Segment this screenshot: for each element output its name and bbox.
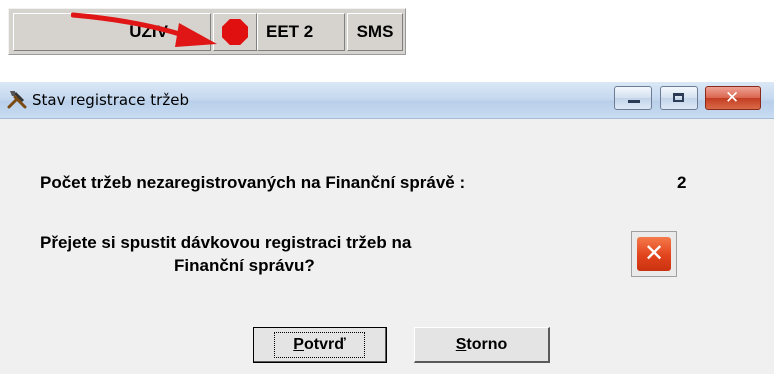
minimize-button[interactable] (614, 86, 652, 110)
sms-label: SMS (356, 22, 394, 41)
window-title: Stav registrace tržeb (32, 91, 189, 109)
confirm-button[interactable]: Potvrď (253, 327, 387, 363)
cancel-button-label: Storno (455, 335, 508, 353)
cancel-button[interactable]: Storno (414, 327, 550, 363)
unregistered-count-label: Počet tržeb nezaregistrovaných na Finanč… (40, 173, 466, 192)
question-line-1: Přejete si spustit dávkovou registraci t… (40, 233, 412, 252)
dialog-window: Stav registrace tržeb ✕ Počet tržeb neza… (0, 82, 774, 374)
title-bar[interactable]: Stav registrace tržeb ✕ (0, 82, 774, 119)
status-cell-eet[interactable]: EET 2 (257, 13, 345, 51)
pointer-arrow-icon (71, 12, 217, 47)
minimize-icon (628, 100, 640, 103)
tools-hammer-icon (7, 91, 27, 109)
status-cell-sms[interactable]: SMS (347, 13, 403, 51)
close-icon: ✕ (725, 88, 740, 108)
status-error-button[interactable]: ✕ (631, 231, 677, 277)
registration-question: Přejete si spustit dávkovou registraci t… (40, 231, 560, 277)
maximize-button[interactable] (660, 86, 698, 110)
maximize-icon (673, 93, 684, 102)
error-x-icon: ✕ (637, 237, 671, 271)
eet-label: EET 2 (266, 22, 314, 41)
question-line-2: Finanční správu? (174, 256, 315, 275)
status-bar: UZIV EET 2 SMS (8, 8, 406, 55)
close-button[interactable]: ✕ (705, 86, 761, 110)
unregistered-count-value: 2 (677, 173, 687, 192)
confirm-button-label: Potvrď (274, 331, 365, 358)
